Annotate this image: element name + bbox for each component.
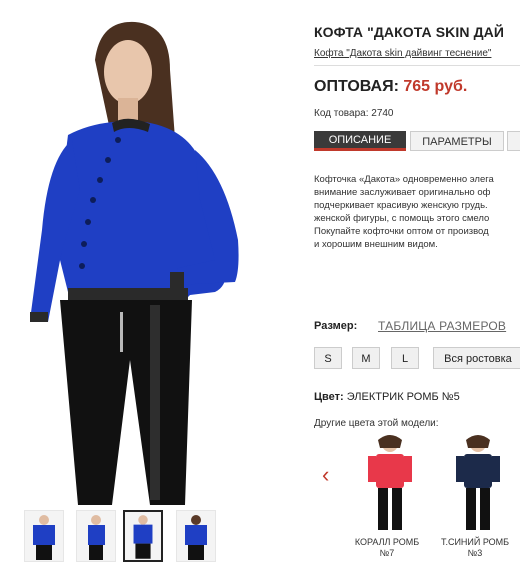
price-value: 765 руб. [403, 78, 468, 95]
product-description: Кофточка «Дакота» одновременно элега вни… [314, 173, 520, 251]
variant-name: КОРАЛЛ РОМБ [354, 537, 420, 547]
size-option-all[interactable]: Вся ростовка [433, 347, 520, 369]
description-line: и хорошим внешним видом. [314, 239, 438, 250]
divider [314, 65, 520, 66]
variant-number: №7 [379, 548, 395, 558]
color-row: Цвет: ЭЛЕКТРИК РОМБ №5 [314, 391, 460, 403]
product-title: КОФТА "ДАКОТА SKIN ДАЙ [314, 24, 505, 40]
variant-navy-label[interactable]: Т.СИНИЙ РОМБ №3 [430, 537, 520, 559]
price-row: ОПТОВАЯ: 765 руб. [314, 78, 467, 96]
product-subtitle-link[interactable]: Кофта "Дакота skin дайвинг теснение" [314, 48, 491, 59]
size-table-link[interactable]: ТАБЛИЦА РАЗМЕРОВ [378, 319, 506, 333]
gallery-thumbnail[interactable] [176, 510, 216, 562]
size-option-m[interactable]: M [352, 347, 380, 369]
price-label: ОПТОВАЯ: [314, 78, 399, 95]
color-label: Цвет: [314, 391, 344, 403]
size-option-l[interactable]: L [391, 347, 419, 369]
variant-coral-label[interactable]: КОРАЛЛ РОМБ №7 [342, 537, 432, 559]
variant-navy-image[interactable] [450, 432, 506, 532]
chevron-left-icon[interactable]: ‹ [322, 464, 329, 486]
tab-description[interactable]: ОПИСАНИЕ [314, 131, 406, 151]
description-line: внимание заслуживает оригинально оф [314, 187, 491, 198]
variant-coral-image[interactable] [362, 432, 418, 532]
color-value: ЭЛЕКТРИК РОМБ №5 [346, 391, 460, 403]
gallery-thumbnail-active[interactable] [123, 510, 163, 562]
description-line: Покупайте кофточки оптом от производ [314, 226, 489, 237]
product-sku: Код товара: 2740 [314, 108, 394, 119]
variant-name: Т.СИНИЙ РОМБ [440, 537, 510, 547]
tab-more[interactable] [507, 131, 520, 151]
tab-parameters[interactable]: ПАРАМЕТРЫ [410, 131, 504, 151]
size-label: Размер: [314, 320, 358, 332]
description-line: Кофточка «Дакота» одновременно элега [314, 174, 494, 185]
product-main-image[interactable] [0, 0, 300, 508]
description-line: женской фигуры, с помощь этого смело [314, 213, 490, 224]
variant-number: №3 [467, 548, 483, 558]
gallery-thumbnail[interactable] [76, 510, 116, 562]
gallery-thumbnail[interactable] [24, 510, 64, 562]
other-colors-label: Другие цвета этой модели: [314, 418, 439, 429]
size-option-s[interactable]: S [314, 347, 342, 369]
description-line: подчеркивает красивую женскую грудь. [314, 200, 488, 211]
